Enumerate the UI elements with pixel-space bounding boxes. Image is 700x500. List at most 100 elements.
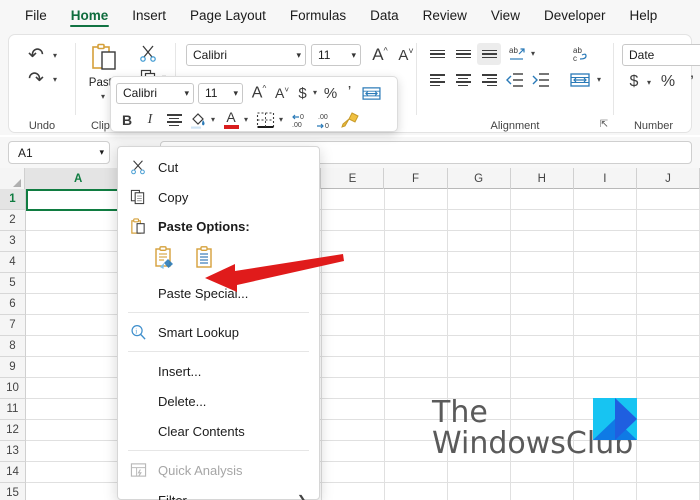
grid-cell-I1[interactable] (573, 189, 637, 210)
grid-cell-G7[interactable] (447, 315, 511, 336)
column-header-E[interactable]: E (321, 168, 385, 189)
grid-cell-F9[interactable] (384, 357, 448, 378)
context-menu-item-cut[interactable]: Cut (118, 152, 319, 182)
name-box[interactable]: A1 ▾ (8, 141, 110, 164)
wrap-text-button[interactable]: ab c (567, 43, 593, 65)
align-left-button[interactable] (425, 69, 449, 91)
merge-center-button[interactable] (567, 69, 593, 91)
context-menu-item-smart-lookup[interactable]: i Smart Lookup (118, 317, 319, 347)
column-header-G[interactable]: G (448, 168, 511, 189)
grid-cell-E14[interactable] (321, 462, 385, 483)
mini-font-size-combo[interactable]: 11 ▾ (198, 82, 243, 104)
font-size-combo[interactable]: 11 ▾ (311, 44, 361, 66)
alignment-dialog-launcher[interactable]: ⇱ (598, 119, 610, 131)
fill-color-caret[interactable]: ▾ (211, 116, 215, 124)
align-middle-button[interactable] (451, 43, 475, 65)
context-menu-item-paste-special[interactable]: Paste Special... (118, 278, 319, 308)
grid-cell-H1[interactable] (510, 189, 574, 210)
grid-cell-I14[interactable] (573, 462, 637, 483)
grid-cell-J9[interactable] (636, 357, 700, 378)
grid-cell-I7[interactable] (573, 315, 637, 336)
format-painter-button[interactable] (338, 108, 362, 132)
grid-cell-H6[interactable] (510, 294, 574, 315)
tab-view[interactable]: View (480, 5, 531, 27)
accounting-dropdown-caret[interactable]: ▾ (647, 79, 651, 87)
grid-cell-E13[interactable] (321, 441, 385, 462)
cut-button[interactable] (137, 42, 159, 64)
column-header-H[interactable]: H (511, 168, 574, 189)
accounting-format-button[interactable]: $ (624, 71, 644, 93)
grid-cell-G4[interactable] (447, 252, 511, 273)
row-header-2[interactable]: 2 (0, 210, 26, 231)
mini-accounting-caret[interactable]: ▾ (313, 89, 317, 97)
mini-align-center-button[interactable] (162, 108, 186, 132)
select-all-corner[interactable] (0, 168, 26, 189)
grid-cell-E9[interactable] (321, 357, 385, 378)
orientation-button[interactable]: ab (505, 43, 529, 65)
grid-cell-E11[interactable] (321, 399, 385, 420)
redo-dropdown-caret[interactable]: ▾ (53, 76, 57, 84)
redo-button[interactable]: ↷ (23, 68, 49, 90)
grid-cell-E1[interactable] (321, 189, 385, 210)
grid-cell-F6[interactable] (384, 294, 448, 315)
borders-button[interactable] (253, 108, 277, 132)
grid-cell-F4[interactable] (384, 252, 448, 273)
font-color-button[interactable]: A (220, 108, 242, 132)
grid-cell-H5[interactable] (510, 273, 574, 294)
grid-cell-J12[interactable] (636, 420, 700, 441)
font-color-caret[interactable]: ▾ (244, 116, 248, 124)
tab-formulas[interactable]: Formulas (279, 5, 357, 27)
column-header-F[interactable]: F (384, 168, 448, 189)
grid-cell-G5[interactable] (447, 273, 511, 294)
shrink-font-button[interactable]: A˅ (394, 44, 418, 66)
undo-dropdown-caret[interactable]: ▾ (53, 52, 57, 60)
row-header-6[interactable]: 6 (0, 294, 26, 315)
grid-cell-J5[interactable] (636, 273, 700, 294)
grid-cell-E2[interactable] (321, 210, 385, 231)
row-header-12[interactable]: 12 (0, 420, 26, 441)
grow-font-button[interactable]: A^ (368, 44, 392, 66)
row-header-5[interactable]: 5 (0, 273, 26, 294)
decrease-indent-button[interactable] (503, 69, 527, 91)
grid-cell-F12[interactable] (384, 420, 448, 441)
grid-cell-H15[interactable] (510, 483, 574, 500)
mini-percent-style-button[interactable]: % (321, 81, 340, 105)
context-menu-item-clear-contents[interactable]: Clear Contents (118, 416, 319, 446)
grid-cell-F13[interactable] (384, 441, 448, 462)
grid-cell-G11[interactable] (447, 399, 511, 420)
tab-developer[interactable]: Developer (533, 5, 617, 27)
grid-cell-I6[interactable] (573, 294, 637, 315)
number-format-combo[interactable]: Date (622, 44, 700, 66)
grid-cell-E6[interactable] (321, 294, 385, 315)
grid-cell-F3[interactable] (384, 231, 448, 252)
grid-cell-F2[interactable] (384, 210, 448, 231)
grid-cell-H13[interactable] (510, 441, 574, 462)
tab-data[interactable]: Data (359, 5, 410, 27)
percent-style-button[interactable]: % (658, 71, 678, 93)
mini-comma-style-button[interactable]: ’ (341, 81, 358, 105)
grid-cell-F1[interactable] (384, 189, 448, 210)
grid-cell-J8[interactable] (636, 336, 700, 357)
grid-cell-H10[interactable] (510, 378, 574, 399)
align-center-button[interactable] (451, 69, 475, 91)
tab-home[interactable]: Home (60, 5, 120, 27)
grid-cell-E12[interactable] (321, 420, 385, 441)
borders-caret[interactable]: ▾ (279, 116, 283, 124)
paste-button[interactable] (86, 41, 122, 75)
grid-cell-J10[interactable] (636, 378, 700, 399)
grid-cell-J4[interactable] (636, 252, 700, 273)
paste-values-icon[interactable] (191, 245, 217, 274)
grid-cell-G8[interactable] (447, 336, 511, 357)
merge-dropdown-caret[interactable]: ▾ (597, 76, 601, 84)
row-header-4[interactable]: 4 (0, 252, 26, 273)
grid-cell-E15[interactable] (321, 483, 385, 500)
grid-cell-H4[interactable] (510, 252, 574, 273)
grid-cell-E3[interactable] (321, 231, 385, 252)
bold-button[interactable]: B (116, 108, 138, 132)
grid-cell-J1[interactable] (636, 189, 700, 210)
mini-accounting-format-button[interactable]: $ (294, 81, 311, 105)
grid-cell-I9[interactable] (573, 357, 637, 378)
mini-grow-font-button[interactable]: A^ (248, 81, 270, 105)
grid-cell-J7[interactable] (636, 315, 700, 336)
align-top-button[interactable] (425, 43, 449, 65)
